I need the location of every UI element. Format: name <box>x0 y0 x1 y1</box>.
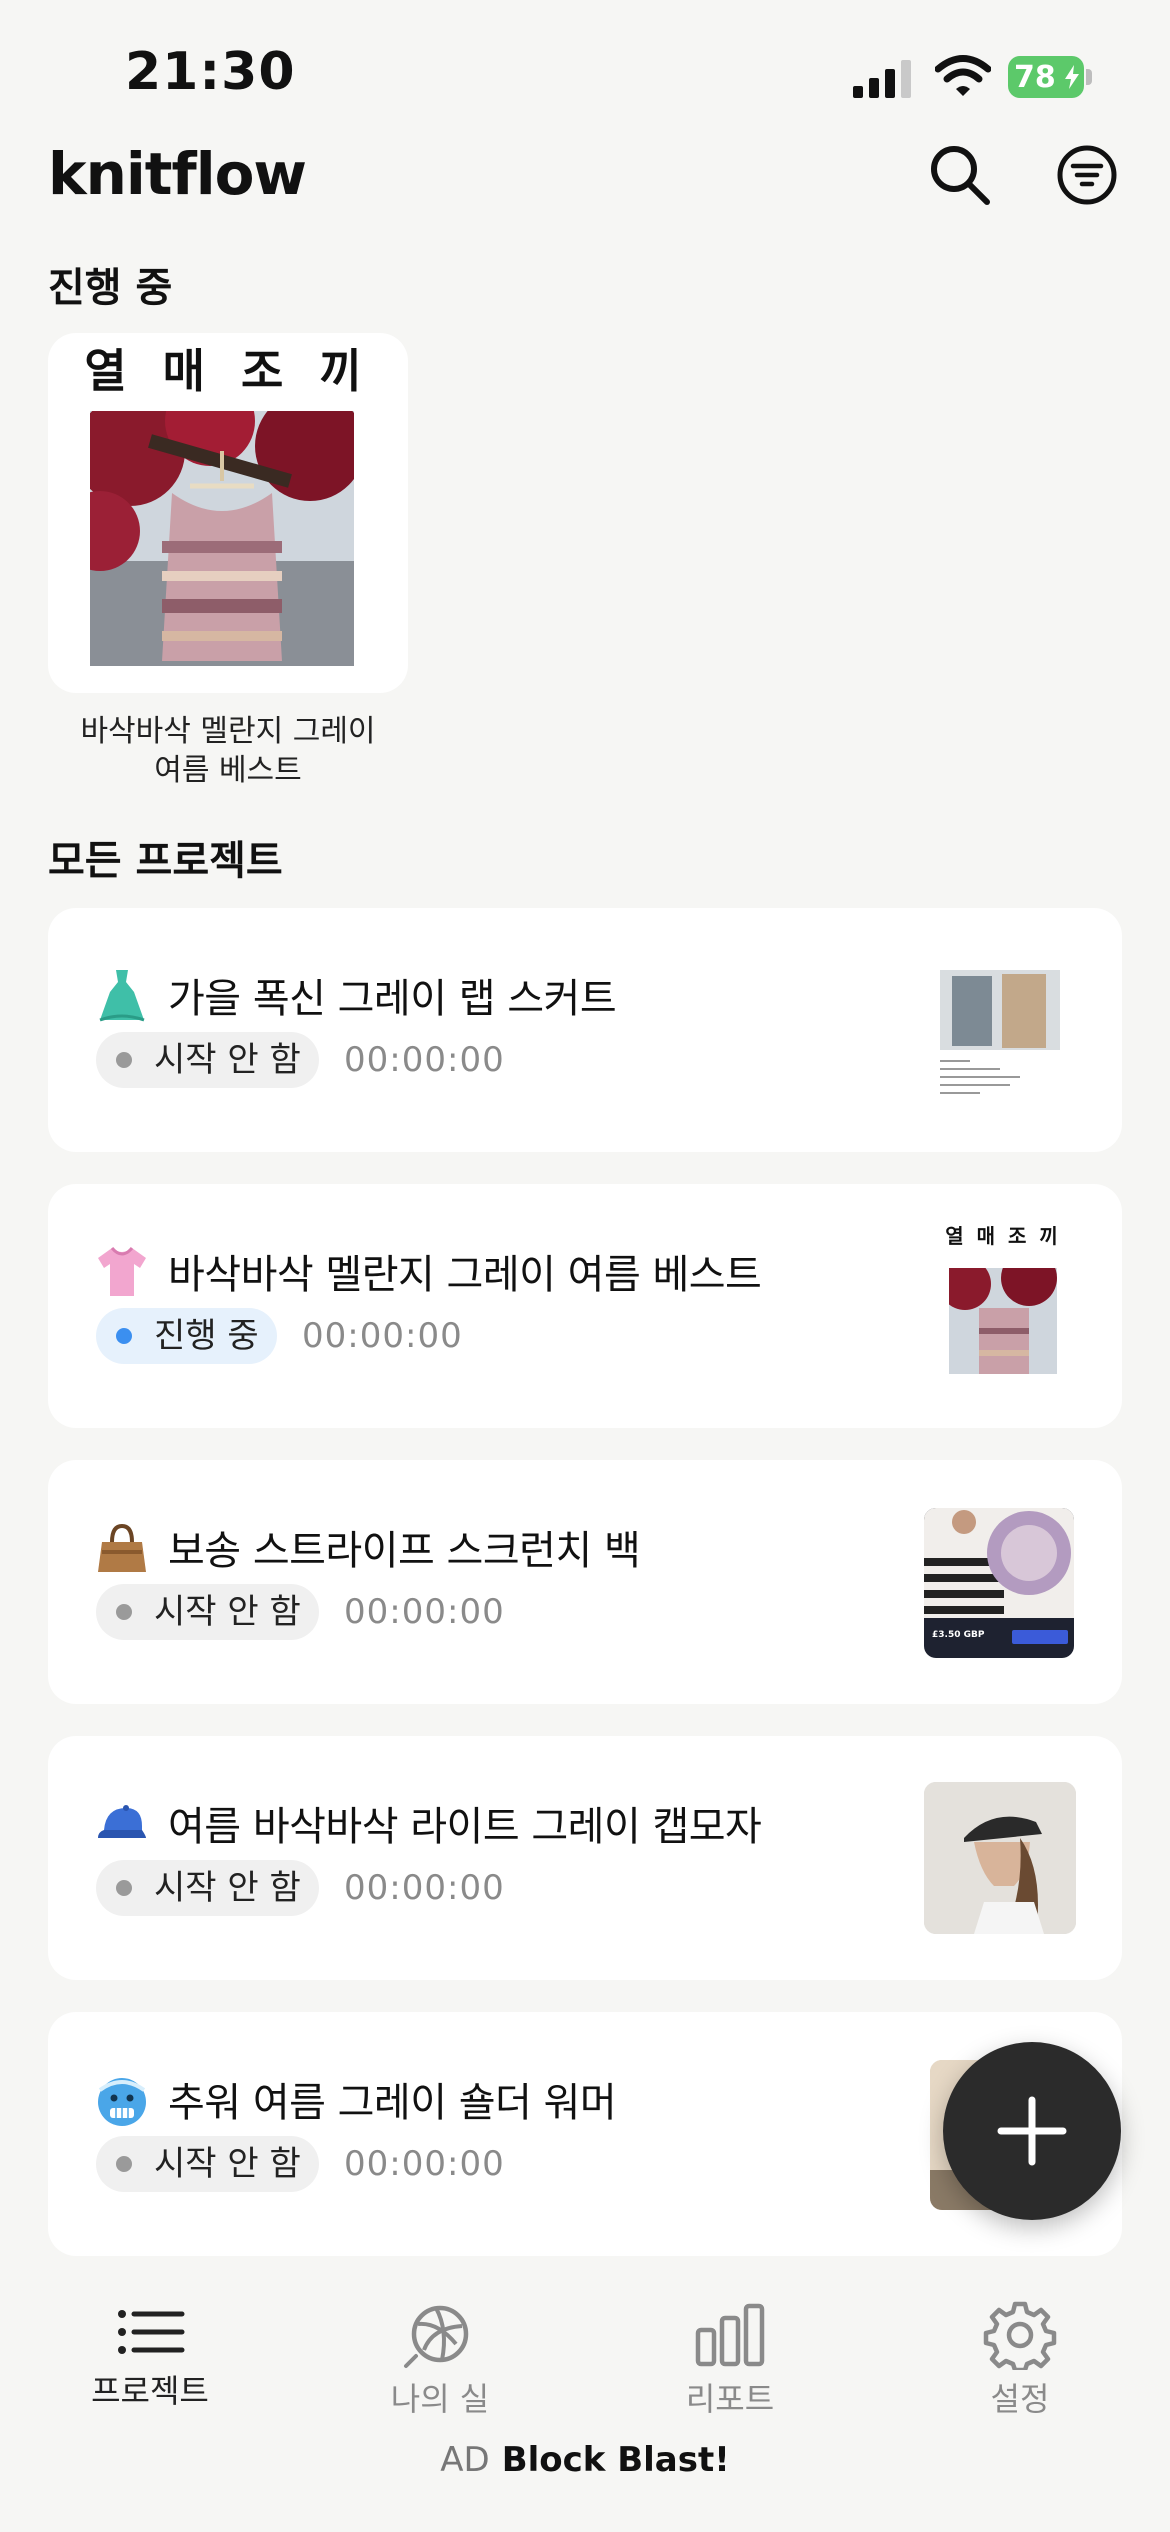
signal-icon <box>853 60 911 98</box>
status-label: 시작 안 함 <box>154 1868 301 1908</box>
project-timer: 00:00:00 <box>344 1868 505 1908</box>
status-badge: 시작 안 함 <box>96 1860 319 1916</box>
search-icon <box>931 146 990 205</box>
ad-banner[interactable]: AD Block Blast! <box>0 2440 1170 2480</box>
tab-report[interactable]: 리포트 <box>610 2262 850 2418</box>
project-title: 바삭바삭 멜란지 그레이 여름 베스트 <box>168 1252 762 1298</box>
plus-icon <box>997 2096 1067 2166</box>
tab-label: 리포트 <box>685 2380 775 2418</box>
status-badge: 시작 안 함 <box>96 1584 319 1640</box>
ad-tag: AD <box>440 2440 490 2480</box>
project-title: 가을 폭신 그레이 랩 스커트 <box>168 976 617 1022</box>
project-card[interactable]: 바삭바삭 멜란지 그레이 여름 베스트 진행 중 00:00:00 열 매 조 … <box>48 1184 1122 1428</box>
app-title: knitflow <box>48 140 307 208</box>
status-label: 시작 안 함 <box>154 1040 301 1080</box>
bar-chart-icon <box>695 2303 765 2367</box>
tab-label: 설정 <box>990 2380 1050 2418</box>
section-title-in-progress: 진행 중 <box>48 265 173 311</box>
add-project-button[interactable] <box>943 2042 1121 2220</box>
project-timer: 00:00:00 <box>302 1316 463 1356</box>
featured-card-image-title: 열 매 조 끼 <box>84 344 372 398</box>
project-title: 추워 여름 그레이 숄더 워머 <box>168 2080 617 2126</box>
project-thumbnail <box>924 1782 1076 1934</box>
status-bar: 21:30 78 <box>0 0 1170 150</box>
section-title-all-projects: 모든 프로젝트 <box>48 838 283 884</box>
tab-my-yarn[interactable]: 나의 실 <box>320 2262 560 2418</box>
project-thumbnail <box>930 956 1070 1110</box>
project-card[interactable]: 여름 바삭바삭 라이트 그레이 캡모자 시작 안 함 00:00:00 <box>48 1736 1122 1980</box>
status-badge: 시작 안 함 <box>96 2136 319 2192</box>
in-progress-project-card[interactable]: 열 매 조 끼 <box>48 333 408 693</box>
status-time: 21:30 <box>125 42 296 102</box>
search-button[interactable] <box>925 140 995 210</box>
dress-icon <box>99 970 145 1022</box>
project-thumbnail: £3.50 GBP <box>924 1508 1074 1658</box>
filter-icon <box>1057 145 1117 205</box>
tshirt-icon <box>98 1246 146 1296</box>
cold-face-icon <box>98 2078 146 2126</box>
wifi-icon <box>935 55 991 96</box>
caption-line-1: 바삭바삭 멜란지 그레이 <box>80 714 376 749</box>
filter-button[interactable] <box>1052 140 1122 210</box>
status-badge: 진행 중 <box>96 1308 277 1364</box>
caption-line-2: 여름 베스트 <box>154 753 302 788</box>
ad-name: Block Blast! <box>501 2440 730 2480</box>
status-badge: 시작 안 함 <box>96 1032 319 1088</box>
tab-settings[interactable]: 설정 <box>900 2262 1140 2418</box>
status-label: 시작 안 함 <box>154 2144 301 2184</box>
tab-label: 나의 실 <box>390 2380 490 2418</box>
project-timer: 00:00:00 <box>344 1592 505 1632</box>
tab-label: 프로젝트 <box>91 2372 209 2410</box>
list-icon <box>118 2310 185 2354</box>
battery-level: 78 <box>1014 60 1056 95</box>
battery-icon: 78 <box>1008 56 1092 98</box>
yarn-icon <box>404 2305 469 2368</box>
cap-icon <box>98 1805 146 1838</box>
thumbnail-price: £3.50 GBP <box>932 1630 985 1640</box>
project-card[interactable]: 보송 스트라이프 스크런치 백 시작 안 함 00:00:00 £3.50 GB… <box>48 1460 1122 1704</box>
project-timer: 00:00:00 <box>344 1040 505 1080</box>
tab-bar: 프로젝트 나의 실 리포트 설정 <box>0 2262 1170 2532</box>
featured-card-caption: 바삭바삭 멜란지 그레이 여름 베스트 <box>48 712 408 790</box>
project-title: 보송 스트라이프 스크런치 백 <box>168 1528 641 1574</box>
project-timer: 00:00:00 <box>344 2144 505 2184</box>
status-label: 시작 안 함 <box>154 1592 301 1632</box>
project-thumbnail: 열 매 조 끼 <box>928 1220 1078 1380</box>
thumbnail-title: 열 매 조 끼 <box>945 1224 1061 1248</box>
gear-icon <box>983 2301 1057 2370</box>
tab-projects[interactable]: 프로젝트 <box>30 2262 270 2412</box>
project-photo <box>90 411 354 666</box>
status-label: 진행 중 <box>154 1316 259 1356</box>
project-card[interactable]: 가을 폭신 그레이 랩 스커트 시작 안 함 00:00:00 <box>48 908 1122 1152</box>
handbag-icon <box>98 1523 146 1572</box>
project-title: 여름 바삭바삭 라이트 그레이 캡모자 <box>168 1804 762 1850</box>
